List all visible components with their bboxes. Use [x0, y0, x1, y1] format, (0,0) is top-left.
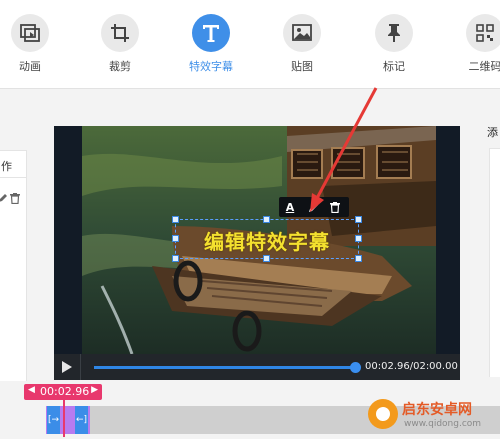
tool-effect-caption[interactable]: 特效字幕 — [181, 14, 241, 74]
tool-crop[interactable]: 裁剪 — [90, 14, 150, 74]
progress-knob[interactable] — [350, 362, 361, 373]
edit-caption-button[interactable] — [304, 199, 322, 215]
resize-handle-br[interactable] — [355, 255, 362, 262]
step-forward-icon[interactable]: ▶ — [91, 385, 98, 395]
caption-selection[interactable]: 编辑特效字幕 — [172, 216, 362, 262]
resize-handle-tc[interactable] — [263, 216, 270, 223]
tool-effect-caption-label: 特效字幕 — [189, 60, 233, 73]
watermark-url: www.qidong.com — [404, 419, 482, 429]
delete-icon[interactable] — [10, 193, 20, 204]
tool-sticker[interactable]: 贴图 — [272, 14, 332, 74]
time-readout: 00:02.96/02:00.00 — [365, 361, 458, 372]
watermark-name: 启东安卓网 — [402, 402, 472, 418]
left-panel: 作 — [0, 150, 27, 381]
text-icon — [192, 14, 230, 52]
tool-marker[interactable]: 标记 — [364, 14, 424, 74]
tool-crop-label: 裁剪 — [109, 60, 131, 73]
progress-bar[interactable] — [94, 366, 352, 369]
step-back-icon[interactable]: ◀ — [28, 385, 35, 395]
pencil-icon — [308, 202, 318, 212]
tool-sticker-label: 贴图 — [291, 60, 313, 73]
controls-divider — [80, 354, 81, 380]
player-controls: 00:02.96/02:00.00 — [54, 354, 460, 380]
left-panel-divider — [0, 177, 26, 178]
trash-icon — [330, 201, 340, 213]
right-panel-list — [489, 148, 500, 377]
tool-qrcode[interactable]: 二维码 — [455, 14, 500, 74]
watermark: 启东安卓网 www.qidong.com — [368, 397, 498, 435]
clip-start-handle[interactable]: [→ — [47, 406, 60, 434]
delete-caption-button[interactable] — [326, 199, 344, 215]
clip-end-handle[interactable]: ←] — [75, 406, 88, 434]
caption-text[interactable]: 编辑特效字幕 — [176, 226, 358, 255]
time-flag: ◀ 00:02.96 ▶ — [24, 384, 102, 400]
edit-icon[interactable] — [0, 193, 8, 203]
resize-handle-ml[interactable] — [172, 235, 179, 242]
font-style-button[interactable]: A — [281, 199, 299, 215]
playhead[interactable] — [63, 400, 65, 437]
pin-icon — [375, 14, 413, 52]
crop-icon — [101, 14, 139, 52]
font-style-icon: A — [285, 200, 295, 214]
watermark-logo-icon — [368, 399, 398, 429]
right-panel: 添 — [487, 124, 500, 384]
left-panel-header: 作 — [1, 160, 12, 173]
tool-animation-label: 动画 — [19, 60, 41, 73]
qrcode-icon — [466, 14, 500, 52]
current-time: 00:02.96 — [40, 385, 90, 398]
resize-handle-tr[interactable] — [355, 216, 362, 223]
caption-toolbar: A — [279, 197, 349, 217]
tool-animation[interactable]: 动画 — [0, 14, 60, 74]
play-button[interactable] — [62, 361, 72, 373]
right-panel-header: 添 — [487, 126, 498, 139]
resize-handle-bl[interactable] — [172, 255, 179, 262]
resize-handle-bc[interactable] — [263, 255, 270, 262]
image-icon — [283, 14, 321, 52]
resize-handle-tl[interactable] — [172, 216, 179, 223]
resize-handle-mr[interactable] — [355, 235, 362, 242]
top-toolbar: 动画 裁剪 特效字幕 贴图 标记 二维码 — [0, 0, 500, 89]
tool-marker-label: 标记 — [383, 60, 405, 73]
tool-qrcode-label: 二维码 — [468, 60, 500, 73]
animation-icon — [11, 14, 49, 52]
